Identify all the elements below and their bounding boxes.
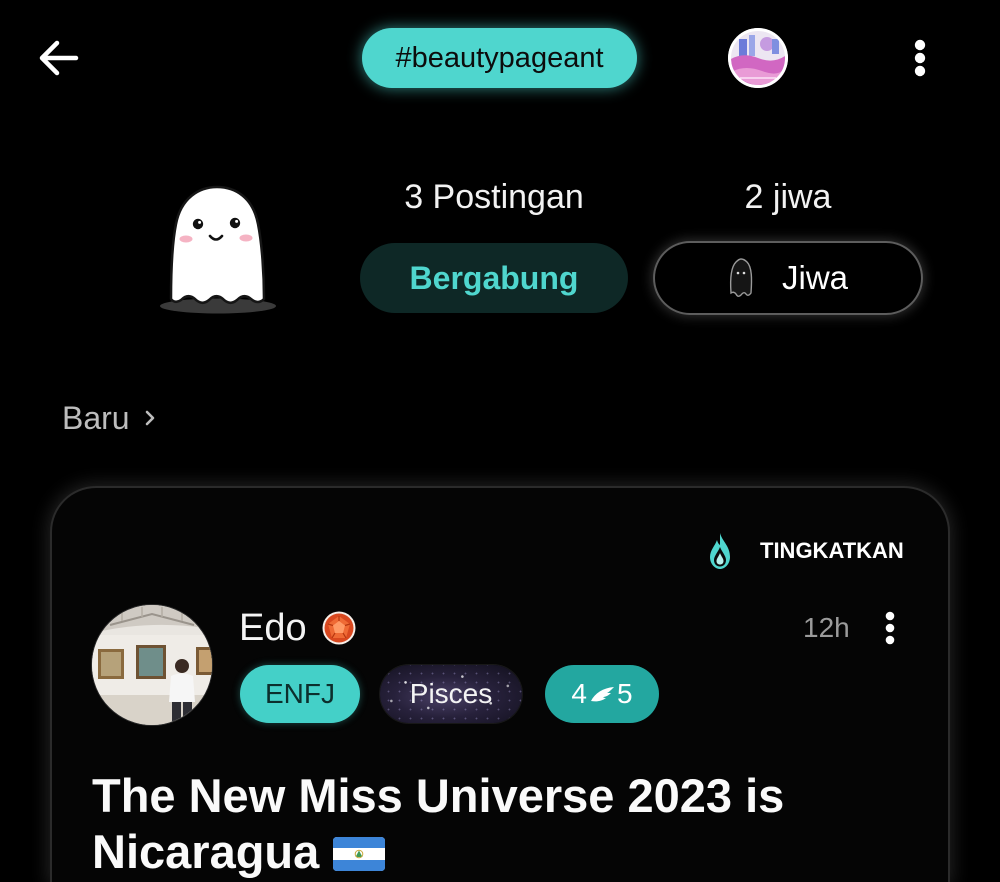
post-title-text: The New Miss Universe 2023 is Nicaragua — [92, 769, 785, 878]
souls-button[interactable]: Jiwa — [655, 243, 921, 313]
wing-icon — [591, 687, 614, 702]
back-button[interactable] — [36, 36, 80, 80]
zodiac-tag: Pisces — [380, 665, 522, 723]
more-vertical-icon — [885, 611, 895, 645]
wing-badge-right: 5 — [617, 678, 633, 709]
more-options-button[interactable] — [906, 34, 934, 82]
nicaragua-flag-icon — [333, 837, 386, 871]
boost-button[interactable]: TINGKATKAN — [708, 532, 904, 570]
more-vertical-icon — [914, 39, 926, 77]
boost-label: TINGKATKAN — [760, 538, 904, 563]
author-name[interactable]: Edo — [239, 606, 307, 650]
community-avatar-image — [728, 28, 788, 88]
post-title: The New Miss Universe 2023 is Nicaragua — [92, 768, 912, 880]
author-avatar-photo — [92, 605, 212, 725]
post-card[interactable]: TINGKATKAN Edo 12h ENFJ Pisces 4 5 The N… — [52, 488, 948, 882]
post-options-button[interactable] — [882, 608, 898, 648]
flame-icon — [710, 533, 730, 569]
wing-badge: 4 5 — [545, 665, 659, 723]
arrow-left-icon — [39, 40, 79, 76]
community-avatar[interactable] — [728, 28, 788, 88]
post-time: 12h — [803, 612, 850, 643]
ghost-mascot-icon — [160, 185, 276, 314]
author-avatar[interactable] — [92, 605, 212, 725]
join-button-label: Bergabung — [409, 259, 579, 296]
wing-badge-left: 4 — [571, 678, 587, 709]
souls-button-label: Jiwa — [781, 259, 849, 296]
join-button[interactable]: Bergabung — [360, 243, 628, 313]
ghost-icon — [729, 258, 753, 297]
hashtag-title-pill[interactable]: #beautypageant — [362, 28, 637, 88]
souls-count: 2 jiwa — [744, 178, 832, 216]
sort-label: Baru — [62, 399, 130, 436]
posts-count: 3 Postingan — [404, 178, 584, 216]
app-screen: #beautypageant 3 Postingan 2 jiwa Bergab… — [0, 0, 1000, 882]
gem-badge-icon — [322, 611, 356, 645]
sort-selector[interactable]: Baru — [62, 398, 156, 438]
chevron-right-icon — [145, 410, 154, 426]
personality-tag: ENFJ — [240, 665, 360, 723]
